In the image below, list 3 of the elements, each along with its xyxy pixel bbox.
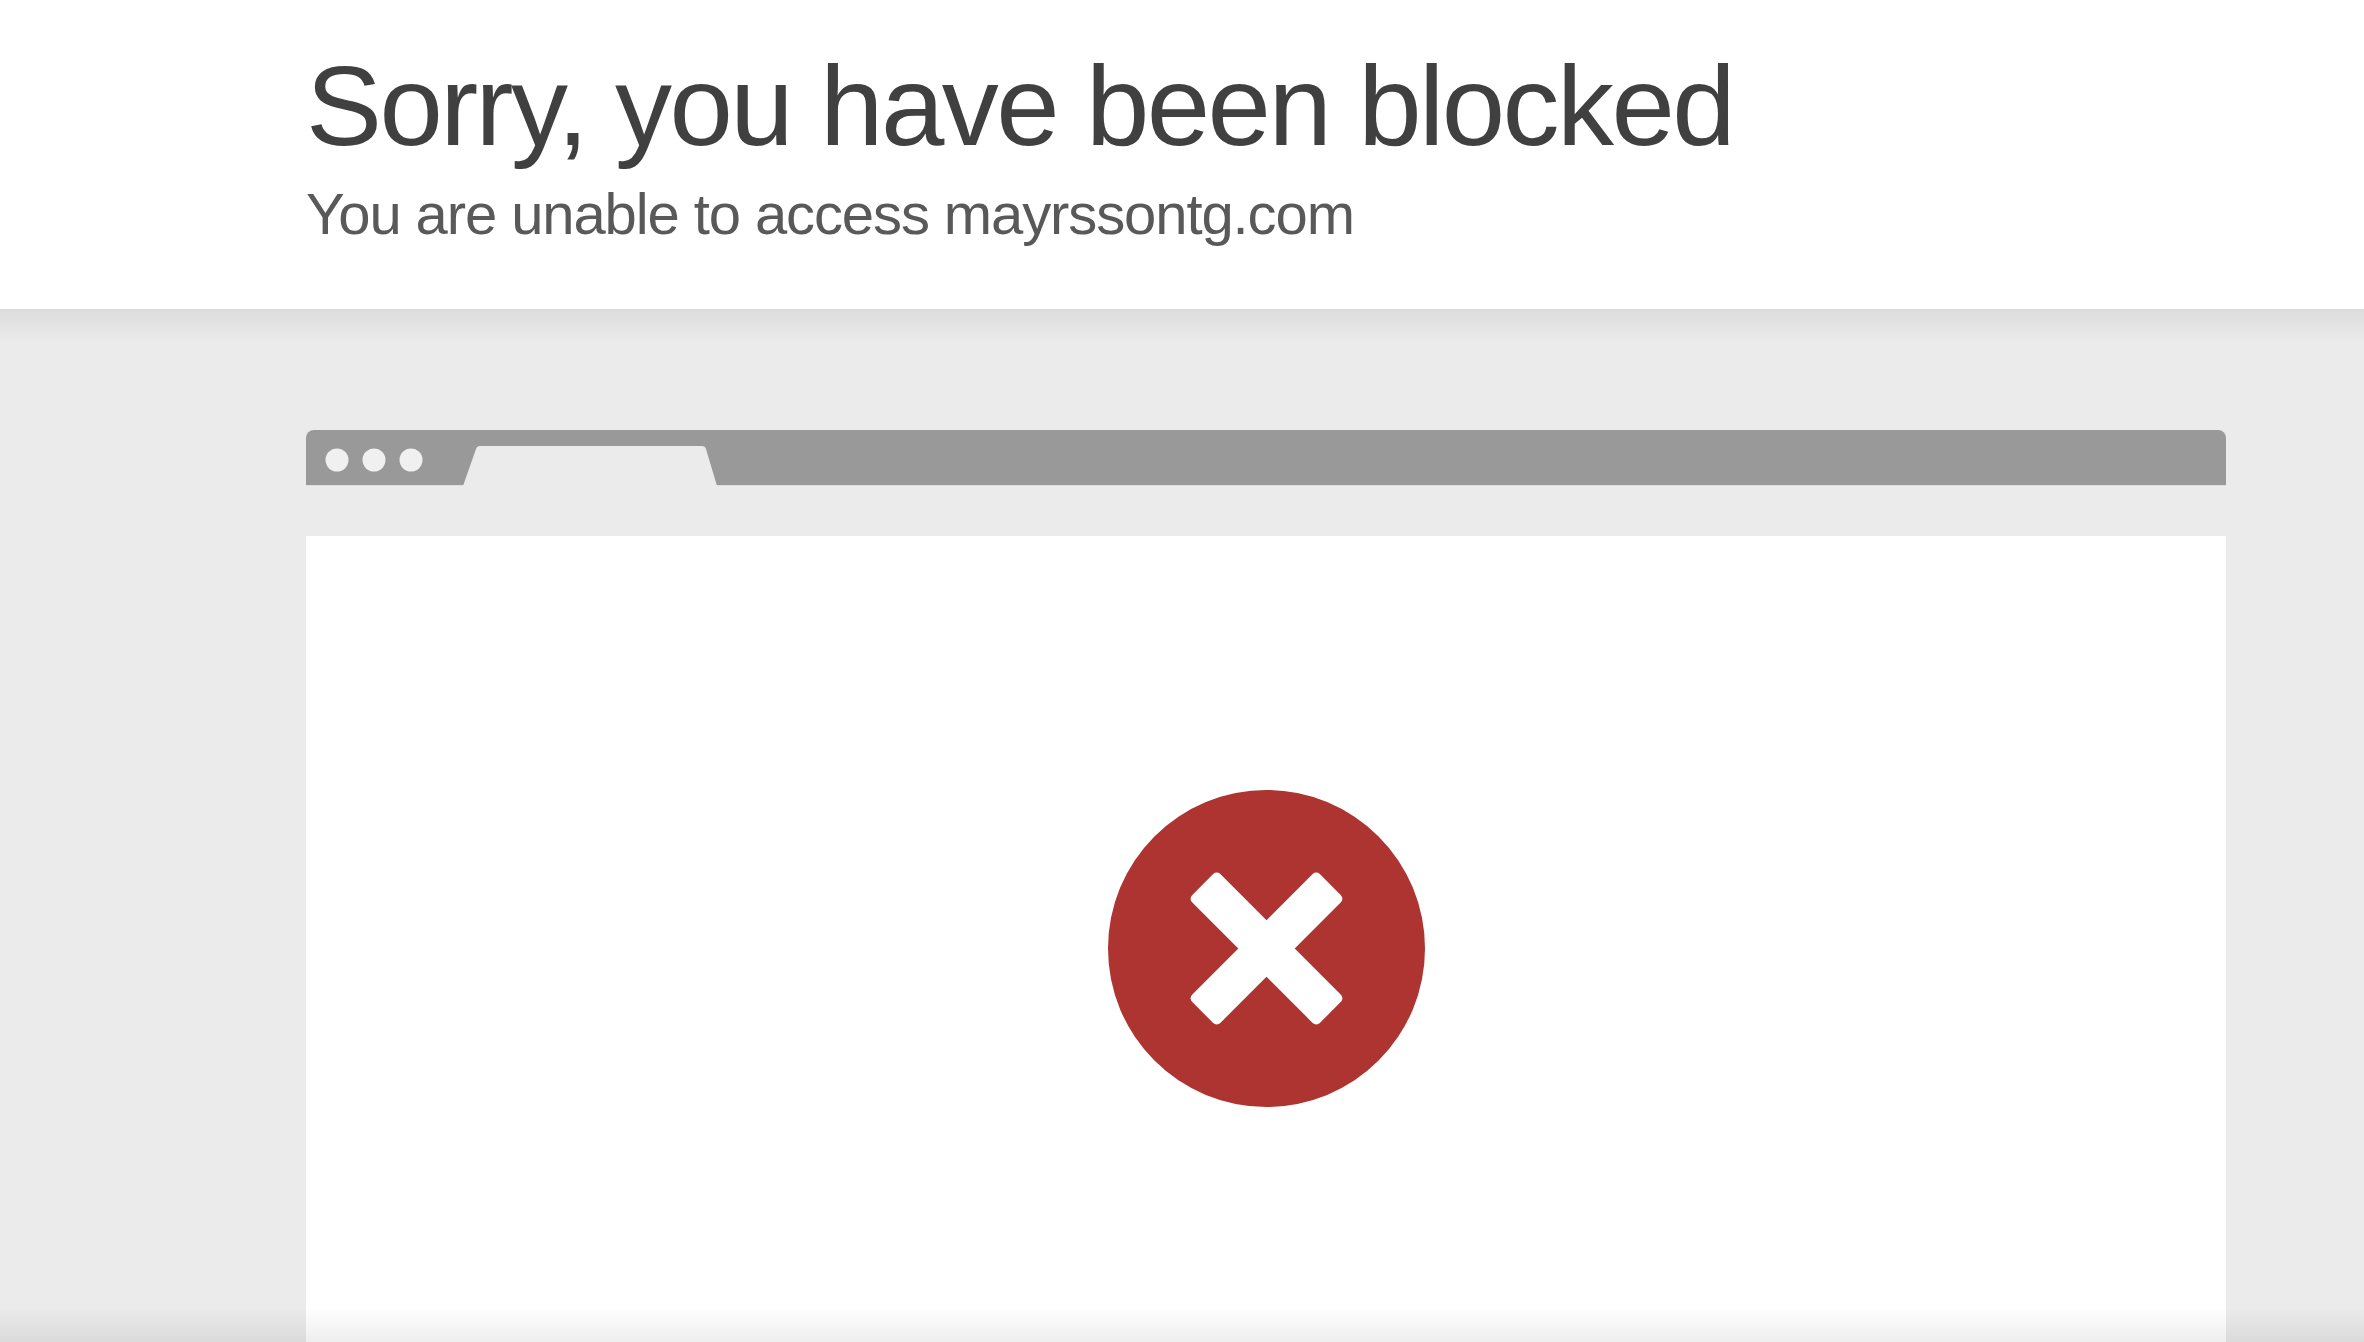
page-heading: Sorry, you have been blocked xyxy=(306,41,1733,171)
page-subheading: You are unable to access mayrssontg.com xyxy=(306,180,1354,247)
x-circle-icon xyxy=(1107,790,1425,1107)
